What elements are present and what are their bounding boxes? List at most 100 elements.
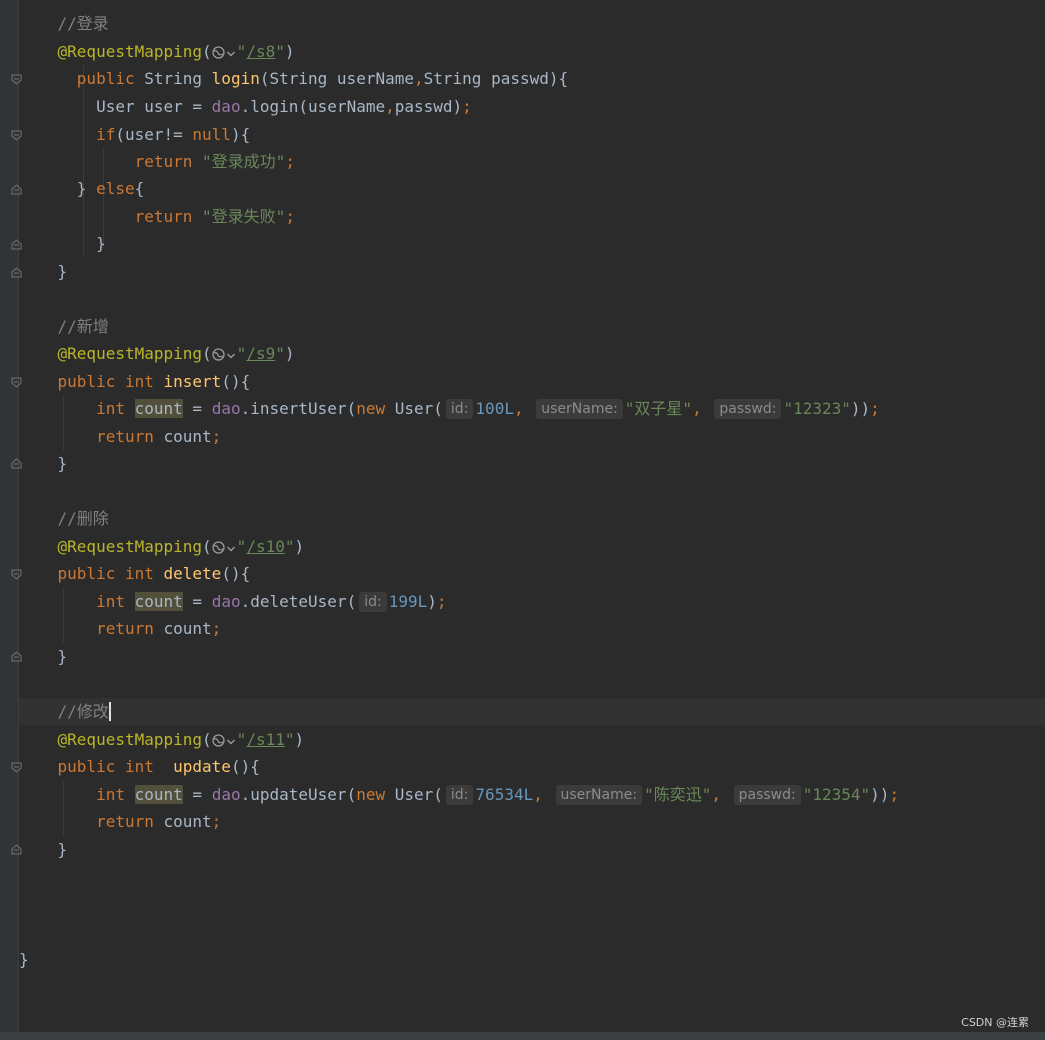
- code-line[interactable]: int count = dao.insertUser(new User(id: 1…: [19, 395, 1045, 422]
- url-path-link[interactable]: /s10: [246, 537, 285, 556]
- code-line[interactable]: return "登录失败";: [19, 203, 1045, 230]
- fold-marker-icon[interactable]: [11, 650, 22, 662]
- url-path-link[interactable]: /s9: [246, 344, 275, 363]
- keyword: return: [134, 152, 193, 171]
- code-line-current[interactable]: //修改: [19, 698, 1045, 725]
- annotation: @RequestMapping: [57, 537, 203, 556]
- chevron-down-icon[interactable]: [226, 342, 236, 369]
- editor-gutter: [0, 0, 19, 1032]
- code-line[interactable]: }: [19, 450, 1045, 477]
- keyword: new: [356, 399, 386, 418]
- fold-marker-icon[interactable]: [11, 377, 22, 389]
- code-line[interactable]: //删除: [19, 505, 1045, 532]
- code-line[interactable]: int count = dao.deleteUser(id: 199L);: [19, 588, 1045, 615]
- fold-marker-icon[interactable]: [11, 74, 22, 86]
- type-name: String: [144, 69, 203, 88]
- keyword: return: [96, 812, 154, 831]
- keyword: int: [124, 757, 154, 776]
- code-line[interactable]: } else{: [19, 175, 1045, 202]
- comment: //修改: [57, 702, 109, 721]
- code-line[interactable]: }: [19, 946, 1045, 973]
- code-line[interactable]: @RequestMapping("/s10"): [19, 533, 1045, 560]
- fold-marker-icon[interactable]: [11, 843, 22, 855]
- chevron-down-icon[interactable]: [226, 40, 236, 67]
- code-line[interactable]: }: [19, 258, 1045, 285]
- keyword: int: [96, 592, 125, 611]
- variable: user: [124, 125, 164, 144]
- text-cursor: [108, 702, 111, 721]
- code-line[interactable]: public String login(String userName,Stri…: [19, 65, 1045, 92]
- code-line[interactable]: return count;: [19, 423, 1045, 450]
- keyword: int: [96, 785, 125, 804]
- keyword: int: [124, 564, 154, 583]
- number-literal: 100L: [475, 399, 514, 418]
- parameter-hint: userName:: [555, 785, 643, 805]
- fold-marker-icon[interactable]: [11, 569, 22, 581]
- code-line[interactable]: int count = dao.updateUser(new User(id: 7…: [19, 781, 1045, 808]
- globe-icon[interactable]: [212, 40, 225, 67]
- code-line[interactable]: User user = dao.login(userName,passwd);: [19, 93, 1045, 120]
- keyword: return: [96, 619, 154, 638]
- code-line[interactable]: }: [19, 643, 1045, 670]
- keyword: int: [124, 372, 154, 391]
- status-bar: [0, 1032, 1045, 1040]
- method-call: updateUser: [250, 785, 347, 804]
- fold-marker-icon[interactable]: [11, 238, 22, 250]
- code-line[interactable]: //登录: [19, 10, 1045, 37]
- annotation: @RequestMapping: [57, 42, 203, 61]
- url-path-link[interactable]: /s8: [246, 42, 275, 61]
- code-line[interactable]: //新增: [19, 313, 1045, 340]
- code-line[interactable]: public int delete(){: [19, 560, 1045, 587]
- keyword: public: [76, 69, 135, 88]
- fold-marker-icon[interactable]: [11, 130, 22, 142]
- number-literal: 199L: [388, 592, 428, 611]
- argument: passwd: [394, 97, 453, 116]
- fold-marker-icon[interactable]: [11, 183, 22, 195]
- code-line[interactable]: return count;: [19, 808, 1045, 835]
- url-path-link[interactable]: /s11: [246, 730, 285, 749]
- fold-marker-icon[interactable]: [11, 266, 22, 278]
- globe-icon[interactable]: [212, 342, 225, 369]
- globe-icon[interactable]: [212, 535, 225, 562]
- code-line[interactable]: return "登录成功";: [19, 148, 1045, 175]
- code-line[interactable]: @RequestMapping("/s11"): [19, 726, 1045, 753]
- code-editor[interactable]: //登录 @RequestMapping("/s8") public Strin…: [19, 0, 1045, 1032]
- string-literal: "双子星": [624, 399, 693, 418]
- keyword: new: [356, 785, 386, 804]
- chevron-down-icon[interactable]: [226, 535, 236, 562]
- code-line[interactable]: public int insert(){: [19, 368, 1045, 395]
- string-literal: "12354": [802, 785, 871, 804]
- type-name: String: [423, 69, 482, 88]
- comment: //新增: [57, 317, 109, 336]
- method-call: login: [250, 97, 299, 116]
- globe-icon[interactable]: [212, 728, 225, 755]
- code-line[interactable]: @RequestMapping("/s8"): [19, 38, 1045, 65]
- method-call: insertUser: [250, 399, 347, 418]
- code-line[interactable]: public int update(){: [19, 753, 1045, 780]
- argument: userName: [308, 97, 386, 116]
- fold-marker-icon[interactable]: [11, 457, 22, 469]
- annotation: @RequestMapping: [57, 344, 203, 363]
- variable: count: [163, 619, 212, 638]
- keyword: return: [96, 427, 154, 446]
- code-line[interactable]: @RequestMapping("/s9"): [19, 340, 1045, 367]
- code-line[interactable]: return count;: [19, 615, 1045, 642]
- fold-marker-icon[interactable]: [11, 762, 22, 774]
- method-name: delete: [163, 564, 222, 583]
- method-name: insert: [163, 372, 222, 391]
- parameter-hint: userName:: [536, 399, 623, 419]
- chevron-down-icon[interactable]: [226, 728, 236, 755]
- parameter-hint: id:: [445, 785, 474, 805]
- string-literal: "登录失败": [202, 207, 286, 226]
- variable: user: [144, 97, 183, 116]
- keyword: else: [96, 179, 135, 198]
- variable-highlight: count: [134, 592, 183, 611]
- code-line[interactable]: }: [19, 836, 1045, 863]
- parameter-hint: id:: [359, 592, 387, 612]
- keyword: public: [57, 757, 116, 776]
- keyword: return: [134, 207, 193, 226]
- code-line[interactable]: if(user!= null){: [19, 121, 1045, 148]
- variable-highlight: count: [134, 399, 183, 418]
- field: dao: [211, 399, 241, 418]
- code-line[interactable]: }: [19, 230, 1045, 257]
